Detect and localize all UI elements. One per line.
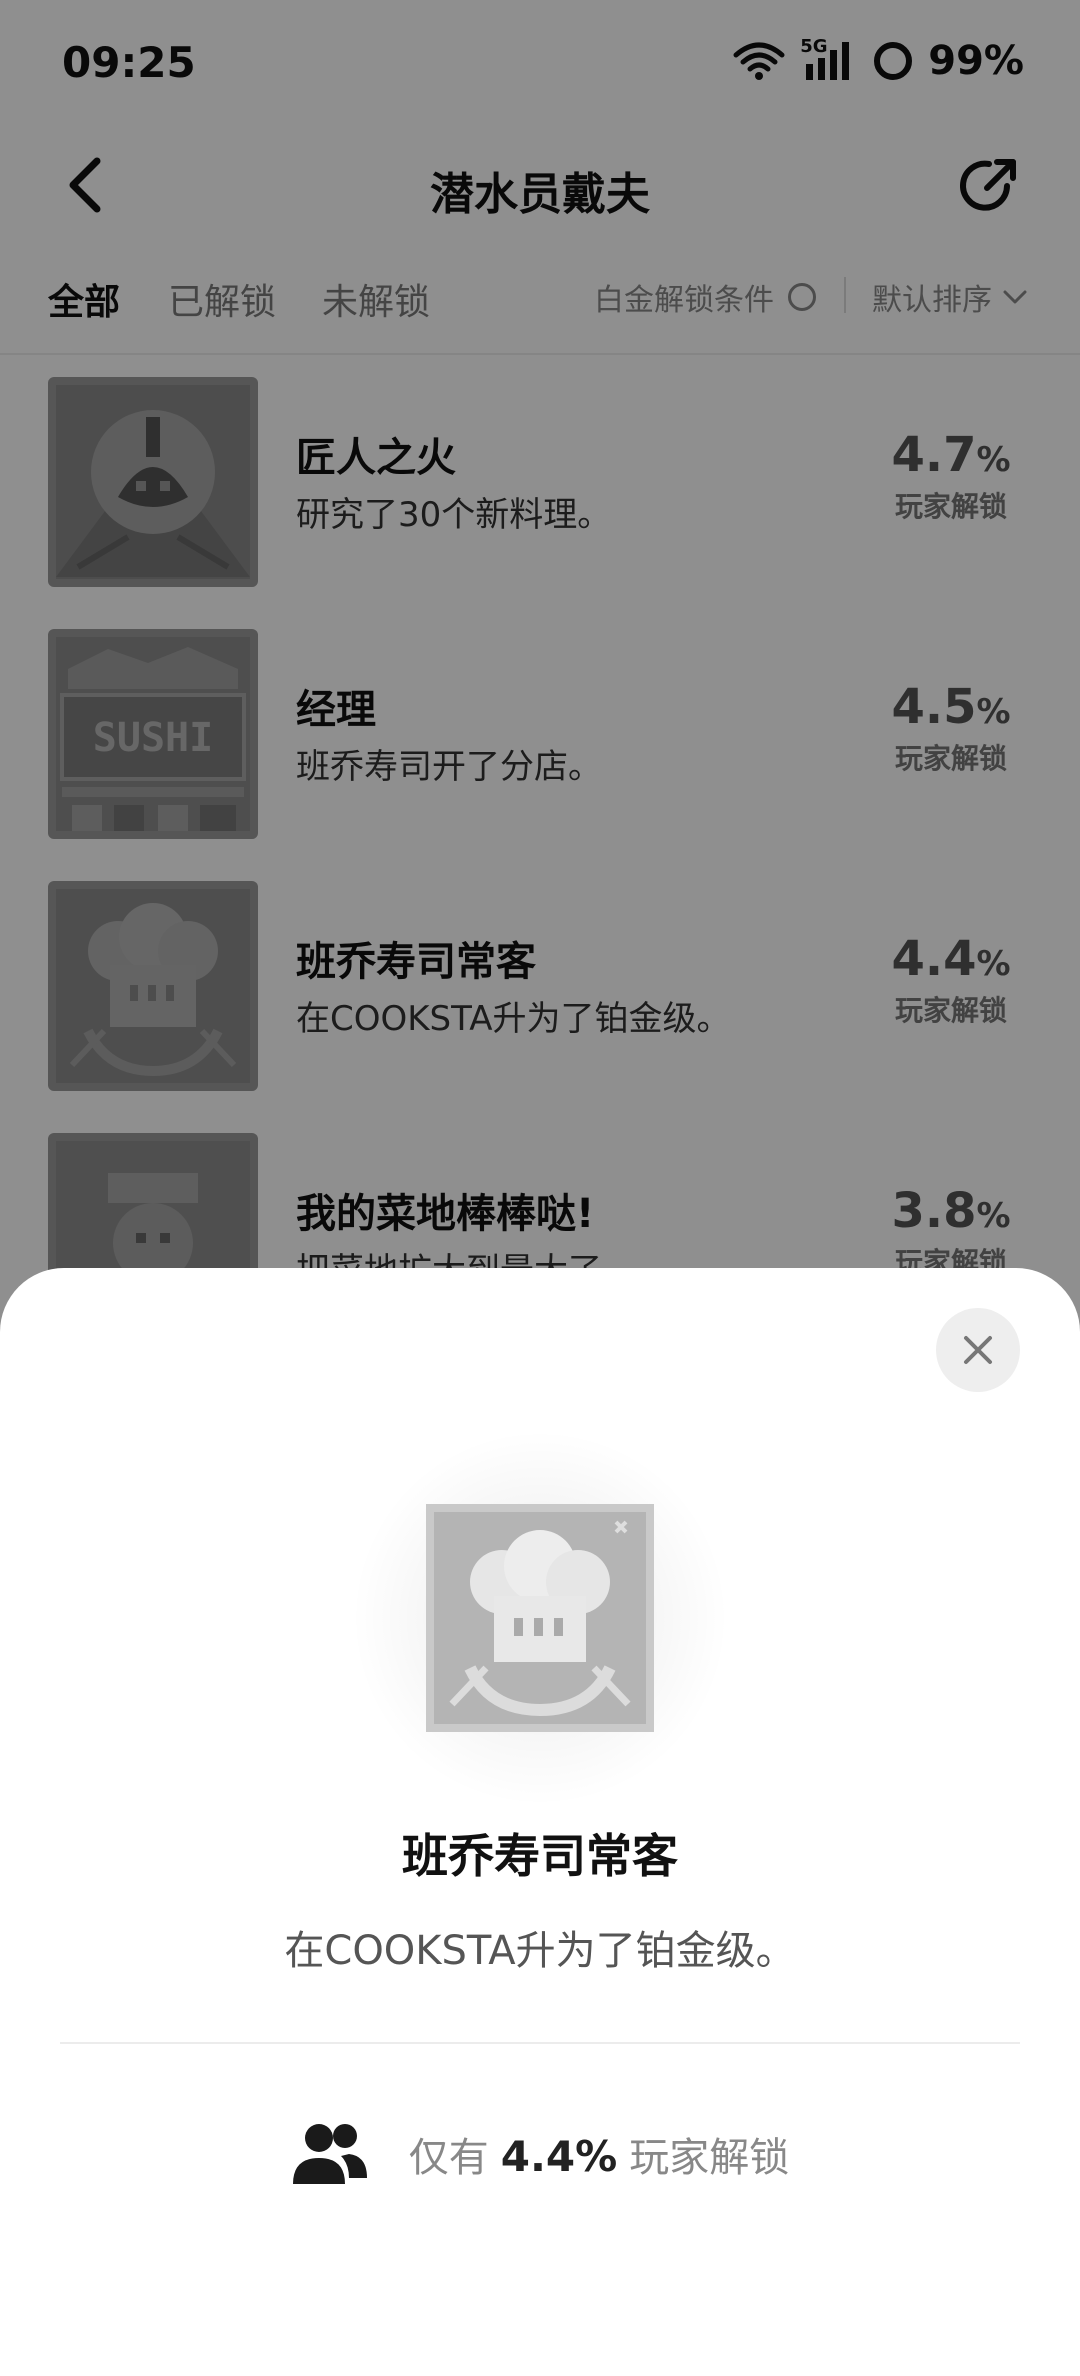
divider [60, 2042, 1020, 2044]
close-icon [964, 1336, 992, 1364]
chef-hat-icon [426, 1504, 654, 1732]
unlock-stat-text: 仅有 4.4% 玩家解锁 [409, 2125, 789, 2183]
sheet-description: 在COOKSTA升为了铂金级。 [284, 1928, 796, 1974]
users-icon [292, 2124, 367, 2184]
sheet-title: 班乔寿司常客 [402, 1829, 678, 1883]
achievement-detail-sheet: 班乔寿司常客 在COOKSTA升为了铂金级。 仅有 4.4% 玩家解锁 [0, 1268, 1080, 2376]
unlock-stat: 仅有 4.4% 玩家解锁 [0, 2120, 1080, 2188]
stat-prefix: 仅有 [408, 2135, 489, 2181]
stat-suffix: 玩家解锁 [629, 2135, 790, 2181]
close-button[interactable] [936, 1308, 1020, 1392]
achievement-badge [350, 1428, 730, 1808]
stat-percent: 4.4% [500, 2132, 618, 2181]
